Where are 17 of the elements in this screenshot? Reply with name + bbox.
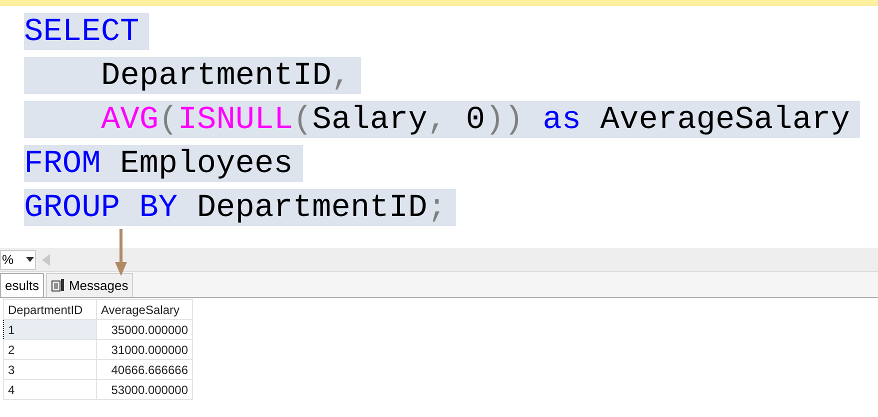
table-cell: 1 [4, 320, 96, 340]
table-cell: 4 [4, 380, 96, 400]
zoom-dropdown[interactable]: % [0, 250, 36, 270]
results-tab[interactable]: esults [0, 273, 44, 297]
table-cell: 2 [4, 340, 96, 360]
caret-icon [26, 257, 34, 262]
table-cell: 40666.666666 [96, 360, 192, 380]
document-icon [50, 279, 65, 292]
table-cell: 3 [4, 360, 96, 380]
scroll-left-icon[interactable] [42, 254, 50, 266]
column-header[interactable]: AverageSalary [96, 300, 192, 320]
table-cell: 35000.000000 [96, 320, 192, 340]
arrow [114, 229, 128, 277]
table-cell: 53000.000000 [96, 380, 192, 400]
table-cell: 31000.000000 [96, 340, 192, 360]
column-header[interactable]: DepartmentID [4, 300, 96, 320]
results-tab[interactable]: Messages [46, 273, 134, 297]
